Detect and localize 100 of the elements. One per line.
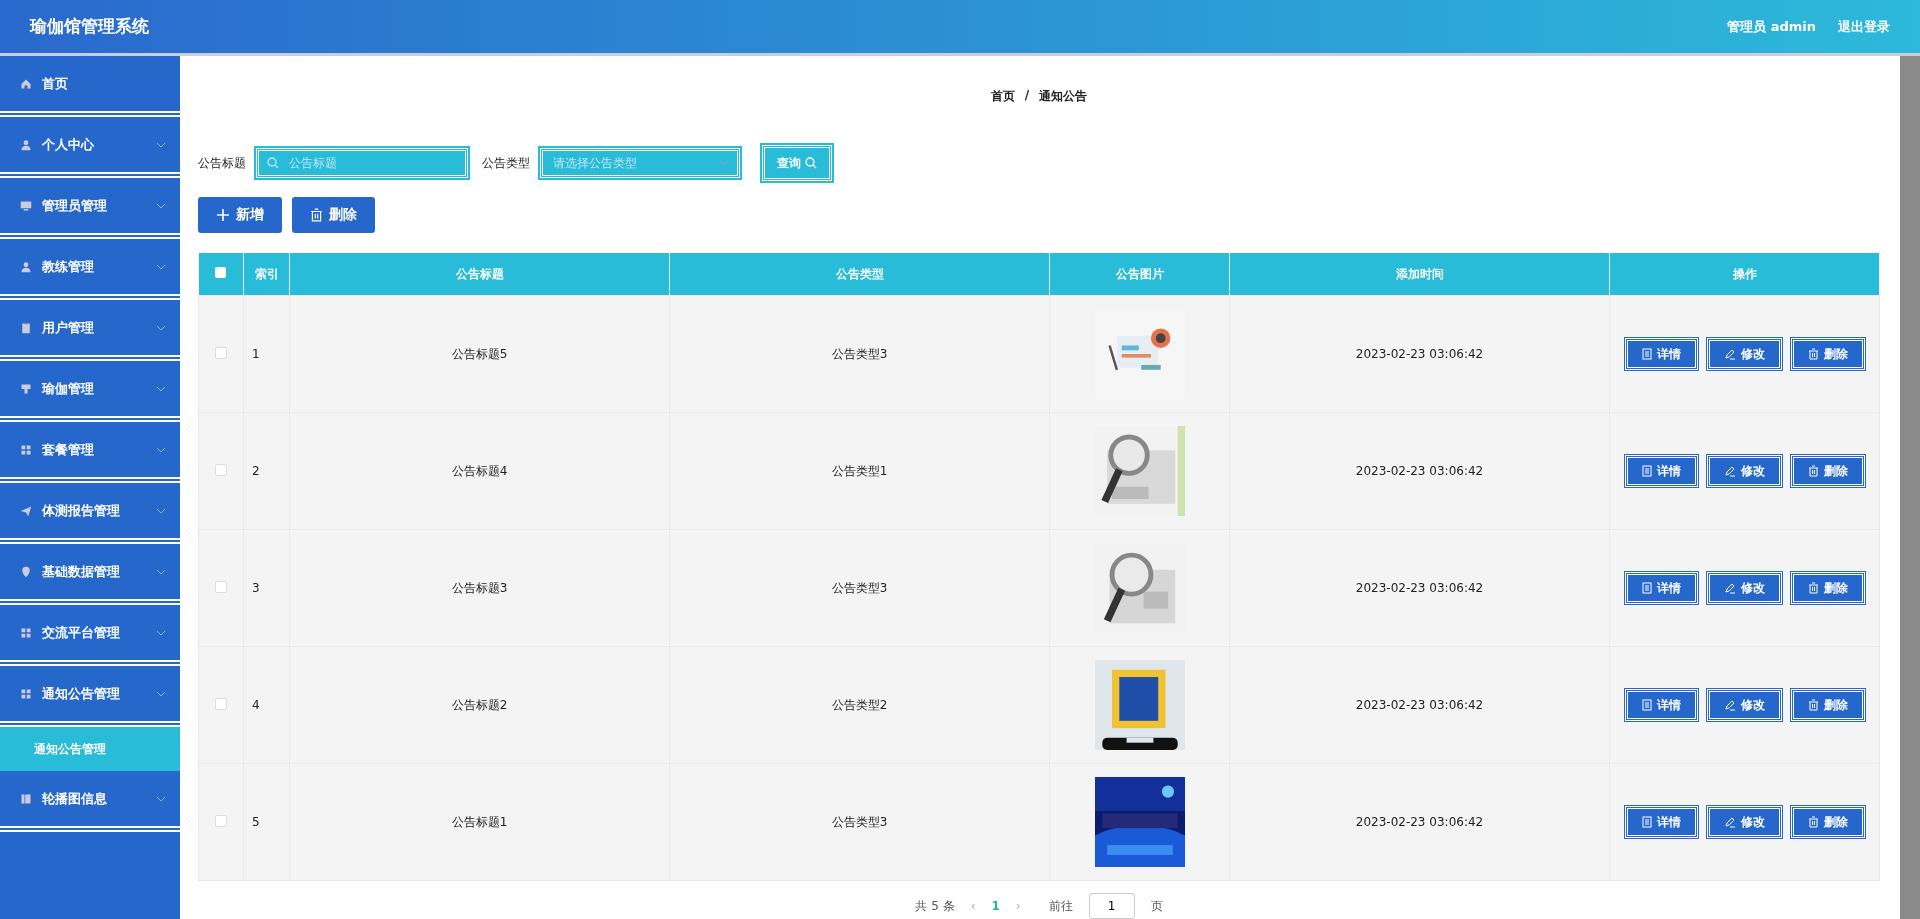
menu-icon <box>20 199 32 212</box>
detail-button[interactable]: 详情 <box>1624 689 1698 721</box>
table-cell: 4 <box>243 646 290 764</box>
select-all-checkbox[interactable] <box>215 267 227 278</box>
table-cell: 公告类型3 <box>669 763 1050 881</box>
breadcrumb-separator: / <box>1024 88 1030 104</box>
chevron-down-icon <box>156 141 166 148</box>
search-icon <box>267 157 279 169</box>
edit-button[interactable]: 修改 <box>1706 455 1782 487</box>
sidebar-item[interactable]: 套餐管理 <box>0 422 180 483</box>
column-header: 公告类型 <box>669 253 1050 296</box>
sidebar-item[interactable]: 首页 <box>0 56 180 117</box>
table-cell: 公告标题2 <box>289 646 670 764</box>
text-input[interactable]: 公告标题 <box>287 155 451 171</box>
table-cell: 公告标题1 <box>289 763 670 881</box>
menu-icon <box>20 792 32 805</box>
sidebar-item[interactable]: 轮播图信息 <box>0 771 180 832</box>
edit-button[interactable]: 修改 <box>1706 572 1782 604</box>
chevron-down-icon <box>156 795 166 802</box>
sidebar-item[interactable]: 体测报告管理 <box>0 483 180 544</box>
breadcrumb-item: 通知公告 <box>1039 88 1088 105</box>
delete-button[interactable]: 删除 <box>292 197 375 233</box>
edit-button[interactable]: 修改 <box>1706 806 1782 838</box>
sidebar-item[interactable]: 瑜伽管理 <box>0 361 180 422</box>
table-cell: 2023-02-23 03:06:42 <box>1229 295 1610 413</box>
table-cell: 公告类型2 <box>669 646 1050 764</box>
row-checkbox[interactable] <box>215 580 227 593</box>
title-search-field[interactable]: 公告标题 <box>256 148 468 178</box>
edit-icon <box>1723 816 1736 828</box>
trash-icon <box>1807 699 1819 711</box>
sidebar-item[interactable]: 个人中心 <box>0 117 180 178</box>
menu-icon <box>20 138 32 151</box>
table-cell: 公告类型1 <box>669 412 1050 530</box>
document-icon <box>1641 582 1652 594</box>
column-header: 操作 <box>1609 253 1880 296</box>
column-header: 公告图片 <box>1049 253 1230 296</box>
delete-button[interactable]: 删除 <box>1790 572 1865 604</box>
menu-icon <box>20 77 32 90</box>
delete-button[interactable]: 删除 <box>1790 806 1865 838</box>
chevron-down-icon <box>719 160 729 166</box>
menu-icon <box>20 565 32 578</box>
row-checkbox[interactable] <box>215 346 227 359</box>
column-header: 索引 <box>243 253 290 296</box>
breadcrumb-item[interactable]: 首页 <box>990 88 1015 105</box>
type-select[interactable]: 请选择公告类型 <box>540 148 740 178</box>
delete-button[interactable]: 删除 <box>1790 689 1865 721</box>
chevron-down-icon <box>156 446 166 453</box>
sidebar-item[interactable]: 用户管理 <box>0 300 180 361</box>
trash-icon <box>1807 348 1819 360</box>
chevron-down-icon <box>156 202 166 209</box>
menu-icon <box>20 382 32 395</box>
table-cell: 2023-02-23 03:06:42 <box>1229 646 1610 764</box>
edit-button[interactable]: 修改 <box>1706 689 1782 721</box>
sidebar-item[interactable]: 基础数据管理 <box>0 544 180 605</box>
sidebar-item[interactable]: 管理员管理 <box>0 178 180 239</box>
row-checkbox[interactable] <box>215 463 227 476</box>
page-input[interactable]: 1 <box>1088 893 1135 919</box>
menu-icon <box>20 687 32 700</box>
text-input[interactable]: 请选择公告类型 <box>551 155 712 171</box>
trash-icon <box>1807 816 1819 828</box>
document-icon <box>1641 816 1652 828</box>
table-cell: 公告标题3 <box>289 529 670 647</box>
detail-button[interactable]: 详情 <box>1624 572 1698 604</box>
app-title: 瑜伽馆管理系统 <box>30 15 150 38</box>
add-button[interactable]: 新增 <box>198 197 282 233</box>
delete-button[interactable]: 删除 <box>1790 455 1865 487</box>
field-label: 公告标题 <box>198 154 246 172</box>
page-suffix: 页 <box>1150 897 1163 915</box>
table-cell: 3 <box>243 529 290 647</box>
table-cell: 公告类型3 <box>669 295 1050 413</box>
detail-button[interactable]: 详情 <box>1624 806 1698 838</box>
menu-icon <box>20 321 32 334</box>
menu-icon <box>20 443 32 456</box>
chevron-down-icon <box>156 507 166 514</box>
search-icon <box>805 157 817 169</box>
column-header: 添加时间 <box>1229 253 1610 296</box>
chevron-down-icon <box>156 324 166 331</box>
chevron-down-icon <box>156 263 166 270</box>
sidebar-item[interactable]: 教练管理 <box>0 239 180 300</box>
field-label: 公告类型 <box>482 154 530 172</box>
table-cell: 2023-02-23 03:06:42 <box>1229 412 1610 530</box>
trash-icon <box>1807 465 1819 477</box>
row-checkbox[interactable] <box>215 697 227 710</box>
plus-icon <box>216 208 230 222</box>
menu-icon <box>20 626 32 639</box>
table-cell: 2023-02-23 03:06:42 <box>1229 763 1610 881</box>
edit-button[interactable]: 修改 <box>1706 338 1782 370</box>
edit-icon <box>1723 465 1736 477</box>
table-cell: 2 <box>243 412 290 530</box>
column-header: 公告标题 <box>289 253 670 296</box>
detail-button[interactable]: 详情 <box>1624 338 1698 370</box>
sidebar-item[interactable]: 交流平台管理 <box>0 605 180 666</box>
row-checkbox[interactable] <box>215 814 227 827</box>
chevron-down-icon <box>156 690 166 697</box>
delete-button[interactable]: 删除 <box>1790 338 1865 370</box>
detail-button[interactable]: 详情 <box>1624 455 1698 487</box>
chevron-down-icon <box>156 385 166 392</box>
table-cell: 5 <box>243 763 290 881</box>
menu-icon <box>20 504 32 517</box>
table-cell: 2023-02-23 03:06:42 <box>1229 529 1610 647</box>
